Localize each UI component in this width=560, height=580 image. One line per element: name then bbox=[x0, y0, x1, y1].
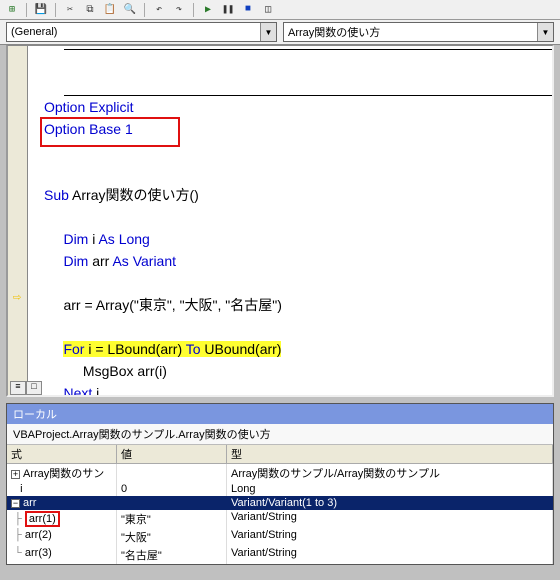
header-value[interactable]: 値 bbox=[117, 445, 227, 464]
paste-icon[interactable]: 📋 bbox=[102, 2, 118, 18]
collapse-icon[interactable]: − bbox=[11, 499, 20, 508]
locals-header-row: 式 値 型 bbox=[7, 445, 553, 464]
excel-icon[interactable]: ⊞ bbox=[4, 2, 20, 18]
procedure-view-tab[interactable]: ≡ bbox=[10, 381, 26, 395]
locals-value: "大阪" bbox=[117, 528, 227, 546]
locals-type: Variant/Variant(1 to 3) bbox=[227, 496, 553, 510]
vbe-toolbar: ⊞ 💾 ✂ ⧉ 📋 🔍 ↶ ↷ ▶ ❚❚ ■ ◫ bbox=[0, 0, 560, 20]
code-text: arr = Array("東京", "大阪", "名古屋") bbox=[63, 297, 281, 313]
locals-context: VBAProject.Array関数のサンプル.Array関数の使い方 bbox=[7, 424, 553, 445]
locals-type: Variant/String bbox=[227, 546, 553, 564]
procedure-dropdown[interactable]: Array関数の使い方 ▼ bbox=[283, 22, 554, 42]
locals-type: Variant/String bbox=[227, 510, 553, 528]
undo-icon[interactable]: ↶ bbox=[151, 2, 167, 18]
locals-row-selected[interactable]: −arr Variant/Variant(1 to 3) bbox=[7, 496, 553, 510]
code-text: arr bbox=[88, 253, 112, 269]
code-keyword: As Long bbox=[98, 231, 149, 247]
view-mode-tabs: ≡ □ bbox=[10, 381, 42, 395]
code-text: Array関数の使い方() bbox=[69, 187, 199, 203]
locals-expr: Array関数のサン bbox=[23, 468, 104, 480]
design-icon[interactable]: ◫ bbox=[260, 2, 276, 18]
locals-row[interactable]: ├ arr(1) "東京" Variant/String bbox=[7, 510, 553, 528]
object-dropdown[interactable]: (General) ▼ bbox=[6, 22, 277, 42]
dropdown-arrow-icon: ▼ bbox=[260, 23, 276, 41]
code-keyword: Option Base 1 bbox=[44, 121, 133, 137]
locals-value bbox=[117, 464, 227, 482]
copy-icon[interactable]: ⧉ bbox=[82, 2, 98, 18]
highlight-box-annotation: arr(1) bbox=[25, 511, 60, 527]
locals-expr: arr(2) bbox=[25, 529, 52, 541]
locals-type: Variant/String bbox=[227, 528, 553, 546]
locals-expr: arr bbox=[23, 497, 36, 509]
break-icon[interactable]: ❚❚ bbox=[220, 2, 236, 18]
header-expression[interactable]: 式 bbox=[7, 445, 117, 464]
full-module-view-tab[interactable]: □ bbox=[26, 381, 42, 395]
dropdown-arrow-icon: ▼ bbox=[537, 23, 553, 41]
code-keyword: Dim bbox=[63, 253, 88, 269]
locals-value: "東京" bbox=[117, 510, 227, 528]
code-keyword: Option Explicit bbox=[44, 99, 133, 115]
expand-icon[interactable]: + bbox=[11, 470, 20, 479]
code-keyword: To bbox=[186, 341, 201, 357]
code-text: i bbox=[92, 385, 99, 397]
locals-expr: i bbox=[20, 483, 22, 495]
locals-title: ローカル bbox=[7, 404, 553, 424]
code-pane[interactable]: ⇨ Option Explicit Option Base 1 Sub Arra… bbox=[6, 45, 554, 397]
cut-icon[interactable]: ✂ bbox=[62, 2, 78, 18]
locals-expr: arr(1) bbox=[29, 513, 56, 525]
code-text: MsgBox arr(i) bbox=[83, 363, 167, 379]
find-icon[interactable]: 🔍 bbox=[122, 2, 138, 18]
locals-value bbox=[117, 496, 227, 510]
procedure-dropdown-label: Array関数の使い方 bbox=[284, 24, 537, 40]
reset-icon[interactable]: ■ bbox=[240, 2, 256, 18]
code-keyword: Next bbox=[63, 385, 92, 397]
redo-icon[interactable]: ↷ bbox=[171, 2, 187, 18]
current-line-arrow-icon: ⇨ bbox=[10, 291, 24, 305]
code-keyword: For bbox=[63, 341, 84, 357]
margin-indicator-bar: ⇨ bbox=[8, 46, 28, 395]
code-body[interactable]: Option Explicit Option Base 1 Sub Array関… bbox=[28, 46, 552, 397]
code-keyword: Dim bbox=[63, 231, 88, 247]
locals-value: 0 bbox=[117, 482, 227, 496]
code-text: i = LBound(arr) bbox=[84, 341, 185, 357]
locals-row[interactable]: i 0 Long bbox=[7, 482, 553, 496]
locals-row[interactable]: ├ arr(2) "大阪" Variant/String bbox=[7, 528, 553, 546]
locals-expr: arr(3) bbox=[25, 547, 52, 559]
code-text: i bbox=[88, 231, 98, 247]
save-icon[interactable]: 💾 bbox=[33, 2, 49, 18]
locals-row[interactable]: +Array関数のサン Array関数のサンプル/Array関数のサンプル bbox=[7, 464, 553, 482]
locals-row[interactable]: └ arr(3) "名古屋" Variant/String bbox=[7, 546, 553, 564]
object-procedure-bar: (General) ▼ Array関数の使い方 ▼ bbox=[0, 20, 560, 45]
code-keyword: Sub bbox=[44, 187, 69, 203]
object-dropdown-label: (General) bbox=[7, 26, 260, 38]
locals-type: Array関数のサンプル/Array関数のサンプル bbox=[227, 464, 553, 482]
code-text: UBound(arr) bbox=[201, 341, 282, 357]
locals-window: ローカル VBAProject.Array関数のサンプル.Array関数の使い方… bbox=[6, 403, 554, 565]
locals-grid[interactable]: 式 値 型 +Array関数のサン Array関数のサンプル/Array関数のサ… bbox=[7, 445, 553, 564]
code-keyword: As Variant bbox=[112, 253, 176, 269]
run-icon[interactable]: ▶ bbox=[200, 2, 216, 18]
locals-type: Long bbox=[227, 482, 553, 496]
locals-value: "名古屋" bbox=[117, 546, 227, 564]
header-type[interactable]: 型 bbox=[227, 445, 553, 464]
